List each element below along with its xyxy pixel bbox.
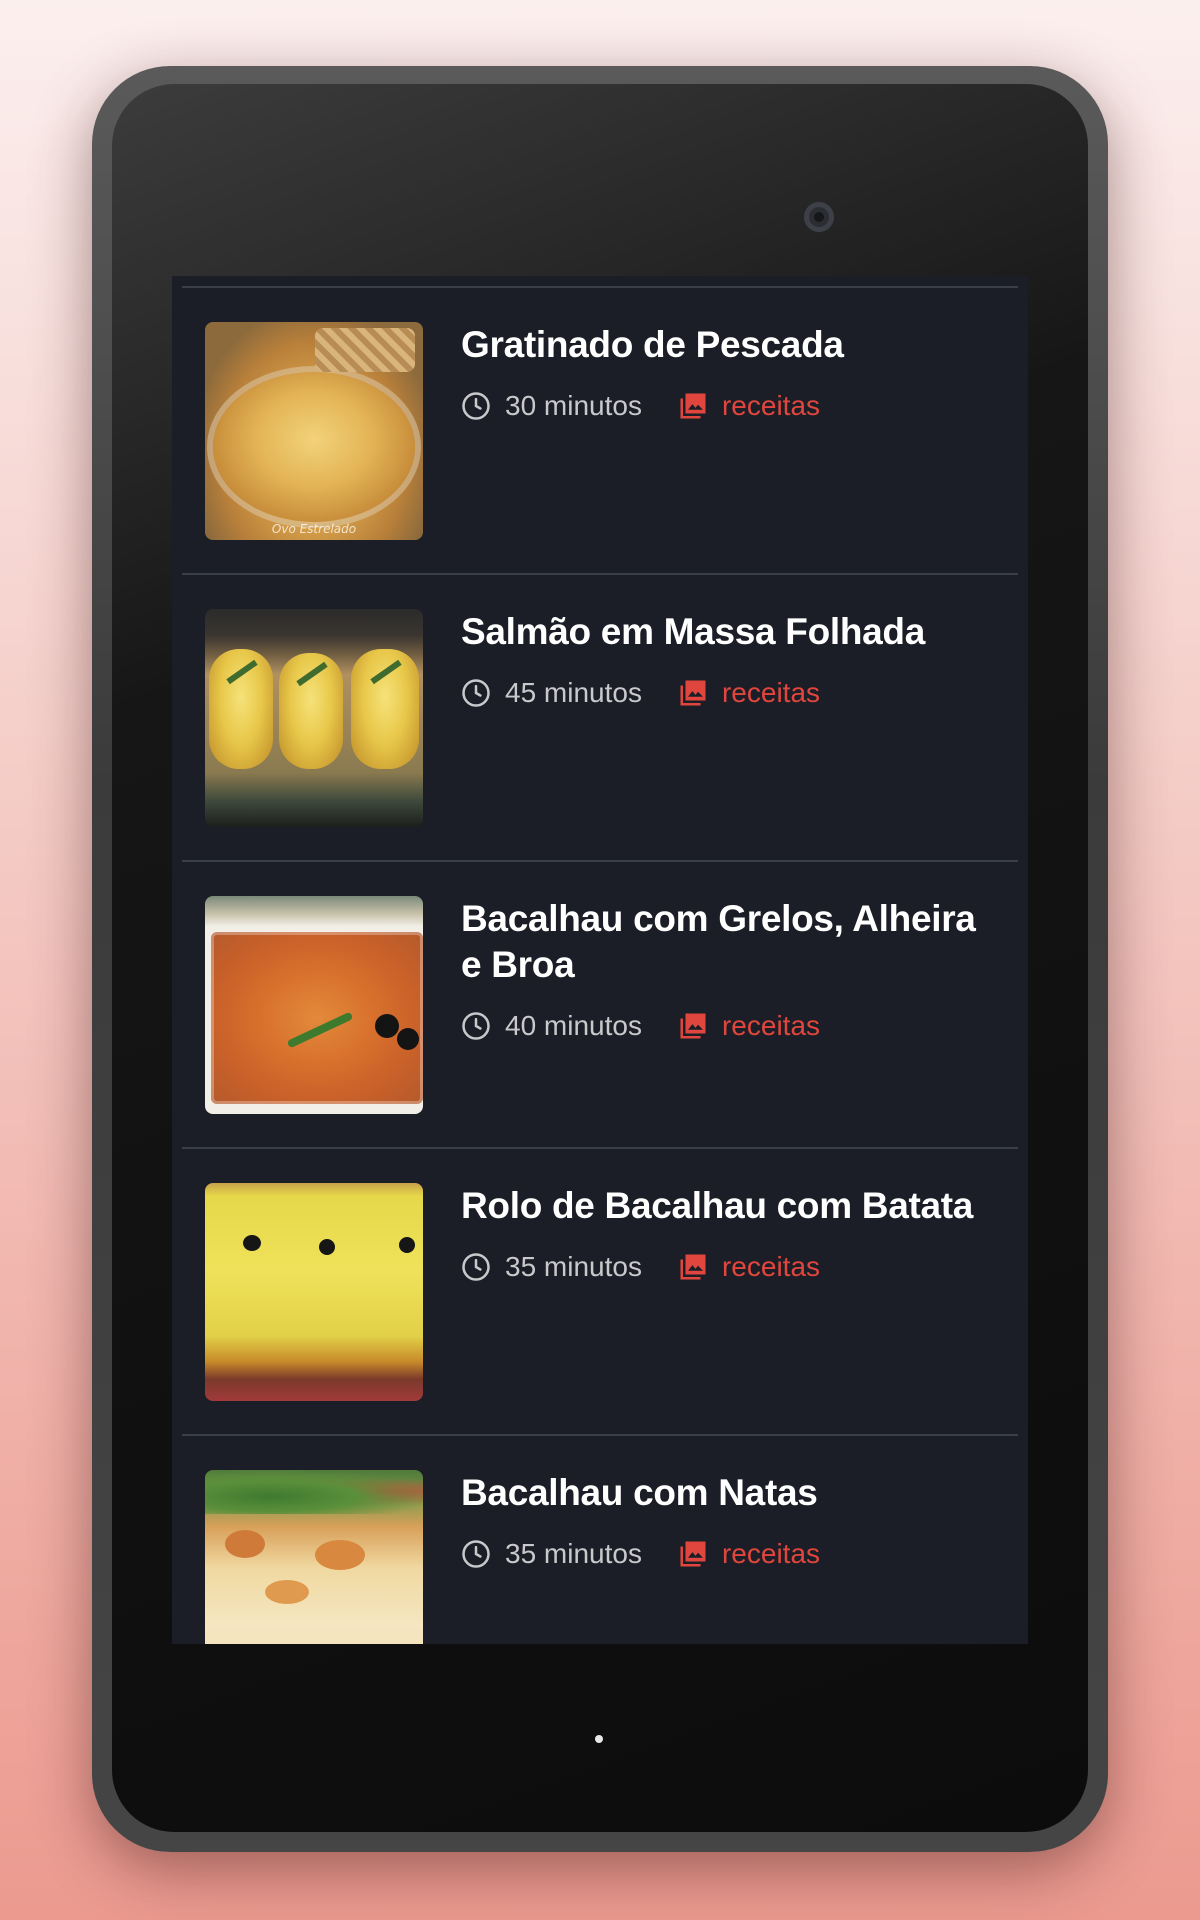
recipe-list[interactable]: Ovo Estrelado Gratinado de Pescada 30 mi… xyxy=(172,276,1028,1644)
recipe-category-link[interactable]: receitas xyxy=(722,1251,820,1283)
olive xyxy=(399,1237,415,1253)
recipe-item[interactable]: Bacalhau com Natas 35 minutos receitas xyxy=(182,1434,1018,1644)
recipe-time: 45 minutos xyxy=(505,677,642,708)
recipe-meta: 35 minutos receitas xyxy=(461,1534,820,1574)
recipe-thumbnail[interactable] xyxy=(205,1183,423,1401)
browned-spot xyxy=(315,1540,365,1570)
recipe-thumbnail[interactable]: Ovo Estrelado xyxy=(205,322,423,540)
recipe-item[interactable]: Ovo Estrelado Gratinado de Pescada 30 mi… xyxy=(182,286,1018,575)
recipe-title[interactable]: Bacalhau com Natas xyxy=(461,1470,981,1516)
browned-spot xyxy=(225,1530,265,1558)
recipe-meta: 35 minutos receitas xyxy=(461,1247,820,1287)
recipe-thumbnail[interactable] xyxy=(205,609,423,827)
recipe-meta: 30 minutos receitas xyxy=(461,386,820,426)
image-gallery-icon xyxy=(680,1254,706,1280)
home-indicator xyxy=(595,1735,603,1743)
recipe-thumbnail[interactable] xyxy=(205,1470,423,1644)
image-gallery-icon xyxy=(680,1541,706,1567)
olive xyxy=(243,1235,261,1251)
recipe-meta: 40 minutos receitas xyxy=(461,1006,820,1046)
recipe-time: 30 minutos xyxy=(505,390,642,421)
recipe-title[interactable]: Gratinado de Pescada xyxy=(461,322,981,368)
recipe-item[interactable]: Salmão em Massa Folhada 45 minutos recei… xyxy=(182,573,1018,862)
image-gallery-icon xyxy=(680,1013,706,1039)
olive xyxy=(375,1014,399,1038)
gratin-dish xyxy=(213,372,415,522)
browned-spot xyxy=(265,1580,309,1604)
bread-basket xyxy=(315,328,415,372)
image-watermark: Ovo Estrelado xyxy=(271,522,357,536)
recipe-category-link[interactable]: receitas xyxy=(722,390,820,422)
recipe-category-link[interactable]: receitas xyxy=(722,1010,820,1042)
salad-garnish xyxy=(205,1470,423,1514)
recipe-category-link[interactable]: receitas xyxy=(722,677,820,709)
clock-icon xyxy=(462,1540,490,1568)
recipe-title[interactable]: Rolo de Bacalhau com Batata xyxy=(461,1183,981,1229)
pastry-roll xyxy=(209,649,273,769)
recipe-title[interactable]: Bacalhau com Grelos, Alheira e Broa xyxy=(461,896,981,988)
olive xyxy=(319,1239,335,1255)
recipe-title[interactable]: Salmão em Massa Folhada xyxy=(461,609,981,655)
recipe-item[interactable]: Bacalhau com Grelos, Alheira e Broa 40 m… xyxy=(182,860,1018,1149)
pastry-roll xyxy=(351,649,419,769)
front-camera xyxy=(804,202,834,232)
recipe-time: 35 minutos xyxy=(505,1538,642,1569)
clock-icon xyxy=(462,392,490,420)
recipe-item[interactable]: Rolo de Bacalhau com Batata 35 minutos r… xyxy=(182,1147,1018,1436)
image-gallery-icon xyxy=(680,680,706,706)
clock-icon xyxy=(462,1012,490,1040)
recipe-time: 35 minutos xyxy=(505,1251,642,1282)
recipe-thumbnail[interactable] xyxy=(205,896,423,1114)
recipe-category-link[interactable]: receitas xyxy=(722,1538,820,1570)
image-gallery-icon xyxy=(680,393,706,419)
clock-icon xyxy=(462,1253,490,1281)
recipe-meta: 45 minutos receitas xyxy=(461,673,820,713)
clock-icon xyxy=(462,679,490,707)
recipe-time: 40 minutos xyxy=(505,1010,642,1041)
olive xyxy=(397,1028,419,1050)
